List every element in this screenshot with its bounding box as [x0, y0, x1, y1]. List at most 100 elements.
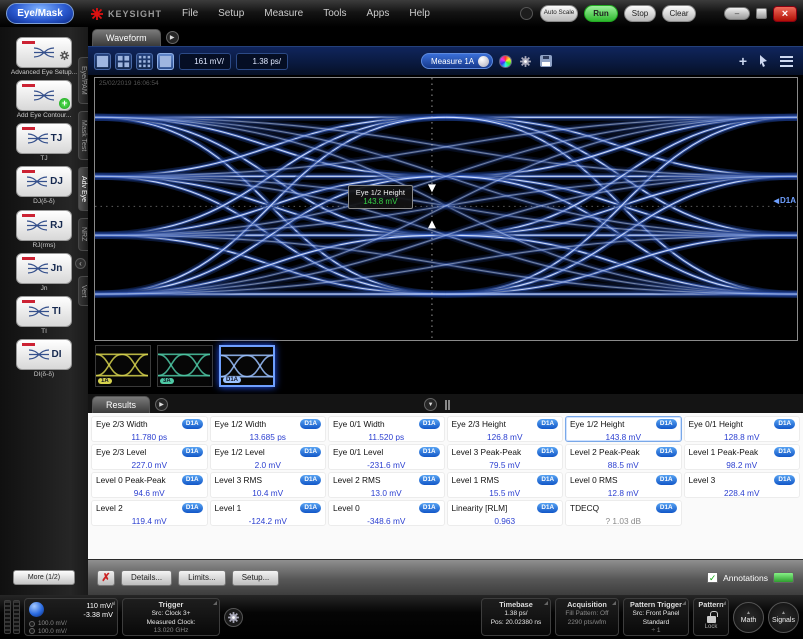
layout-buttons — [94, 53, 174, 70]
result-cell[interactable]: Linearity [RLM]D1A0.963 — [447, 500, 564, 526]
tool-label: Advanced Eye Setup... — [9, 69, 79, 76]
tool-add-eye-contour[interactable]: +Add Eye Contour... — [9, 80, 79, 119]
pointer-icon[interactable] — [759, 55, 768, 67]
result-cell[interactable]: Level 2 Peak-PeakD1A88.5 mV — [565, 444, 682, 470]
run-button[interactable]: Run — [584, 5, 618, 22]
pattern-lock-panel[interactable]: Pattern Lock — [693, 598, 729, 636]
collapse-results-button[interactable] — [424, 398, 437, 411]
result-cell[interactable]: Level 1 RMSD1A15.5 mV — [447, 472, 564, 498]
waveform-thumbnail-d1a[interactable]: D1A — [219, 345, 275, 387]
vertical-scale-readout[interactable]: 161 mV/ — [179, 53, 231, 70]
menu-measure[interactable]: Measure — [264, 8, 303, 19]
results-flyout-button[interactable] — [155, 398, 168, 411]
annotation-color-swatch[interactable] — [773, 572, 794, 583]
measurement-value: 128.8 mV — [689, 432, 796, 442]
result-cell[interactable]: Eye 0/1 LevelD1A-231.6 mV — [328, 444, 445, 470]
tool-rj[interactable]: RJRJ(rms) — [9, 210, 79, 249]
tab-nrz[interactable]: NRZ — [78, 218, 88, 250]
layout-grid-button[interactable] — [157, 53, 174, 70]
tab-results[interactable]: Results — [92, 396, 150, 413]
tool-dj[interactable]: DJDJ(δ-δ) — [9, 166, 79, 205]
result-cell[interactable]: Level 2 RMSD1A13.0 mV — [328, 472, 445, 498]
tool-ti[interactable]: TITI — [9, 296, 79, 335]
collapse-sidebar-button[interactable]: ‹ — [75, 258, 86, 269]
tool-advanced-eye-setup[interactable]: Advanced Eye Setup... — [9, 37, 79, 76]
result-cell[interactable]: Eye 2/3 WidthD1A11.780 ps — [91, 416, 208, 442]
menu-apps[interactable]: Apps — [367, 8, 390, 19]
result-cell[interactable]: Level 3 RMSD1A10.4 mV — [210, 472, 327, 498]
source-selector[interactable]: Measure 1A — [421, 53, 493, 69]
more-tools-button[interactable]: More (1/2) — [13, 570, 75, 585]
menu-file[interactable]: File — [182, 8, 198, 19]
close-button[interactable]: × — [773, 6, 797, 22]
waveform-flyout-button[interactable] — [166, 31, 179, 44]
measurement-annotation[interactable]: Eye 1/2 Height 143.8 mV — [348, 185, 413, 209]
color-wheel-icon[interactable] — [499, 55, 512, 68]
result-cell[interactable]: Eye 2/3 LevelD1A227.0 mV — [91, 444, 208, 470]
stop-button[interactable]: Stop — [624, 5, 656, 22]
timebase-panel[interactable]: Timebase 1.38 ps/ Pos: 20.02380 ns — [481, 598, 551, 636]
tool-jn[interactable]: JnJn — [9, 253, 79, 292]
display-settings-gear-icon[interactable] — [518, 54, 533, 69]
result-cell[interactable]: Eye 0/1 WidthD1A11.520 ps — [328, 416, 445, 442]
waveform-thumbnail-3a[interactable]: 3A — [157, 345, 213, 387]
result-cell[interactable]: Eye 2/3 HeightD1A126.8 mV — [447, 416, 564, 442]
menu-tools[interactable]: Tools — [323, 8, 346, 19]
tab-eye-pam[interactable]: Eye/PAM — [78, 57, 88, 104]
statusbar-grip[interactable] — [4, 600, 20, 634]
result-cell[interactable]: Eye 1/2 WidthD1A13.685 ps — [210, 416, 327, 442]
auto-scale-button[interactable]: Auto Scale — [540, 5, 578, 22]
result-cell[interactable]: Level 2D1A119.4 mV — [91, 500, 208, 526]
results-buttons: Details... Limits... Setup... — [121, 570, 279, 586]
menu-help[interactable]: Help — [409, 8, 430, 19]
results-setup-button[interactable]: Setup... — [232, 570, 280, 586]
acquisition-panel[interactable]: Acquisition Fill Pattern: Off 2290 pts/w… — [555, 598, 619, 636]
touch-icon[interactable] — [520, 7, 533, 20]
minimize-button[interactable]: – — [724, 7, 750, 20]
signals-flyout-button[interactable]: Signals — [768, 602, 799, 633]
tab-vert[interactable]: Vert — [78, 276, 88, 306]
result-cell[interactable]: Eye 1/2 HeightD1A143.8 mV — [565, 416, 682, 442]
annotations-checkbox[interactable]: ✓ — [707, 572, 718, 583]
result-cell[interactable]: Level 3 Peak-PeakD1A79.5 mV — [447, 444, 564, 470]
eye-mask-mode-button[interactable]: Eye/Mask — [6, 3, 74, 24]
restore-button[interactable] — [756, 8, 767, 19]
layout-grid-button[interactable] — [94, 53, 111, 70]
menu-icon[interactable] — [780, 56, 793, 67]
menu-setup[interactable]: Setup — [218, 8, 244, 19]
measurement-value: 2.0 mV — [215, 460, 322, 470]
trigger-settings-gear-icon[interactable] — [224, 608, 243, 627]
result-cell[interactable]: Level 1D1A-124.2 mV — [210, 500, 327, 526]
result-cell[interactable]: Eye 0/1 HeightD1A128.8 mV — [684, 416, 801, 442]
result-cell[interactable]: Eye 1/2 LevelD1A2.0 mV — [210, 444, 327, 470]
tab-mask-test[interactable]: Mask Test — [78, 111, 88, 160]
layout-grid-button[interactable] — [136, 53, 153, 70]
horizontal-scale-readout[interactable]: 1.38 ps/ — [236, 53, 288, 70]
eye-diagram-display[interactable]: 25/02/2019 16:06:54 Eye 1/2 Height 143.8… — [94, 77, 798, 341]
tab-waveform[interactable]: Waveform — [92, 29, 161, 46]
tool-di[interactable]: DIDI(δ-δ) — [9, 339, 79, 378]
tab-adv-eye[interactable]: Adv Eye — [78, 167, 88, 211]
source-badge: D1A — [656, 447, 677, 457]
trigger-panel[interactable]: Trigger Src: Clock 3+ Measured Clock: 13… — [122, 598, 220, 636]
marker-crosshair-icon[interactable]: + — [739, 54, 747, 68]
result-cell[interactable]: TDECQD1A? 1.03 dB — [565, 500, 682, 526]
result-cell[interactable]: Level 0 RMSD1A12.8 mV — [565, 472, 682, 498]
channel-panel[interactable]: 110 mV/ -3.38 mV 100.0 mV/100.0 mV/ — [24, 598, 118, 636]
results-details-button[interactable]: Details... — [121, 570, 172, 586]
save-icon[interactable] — [540, 55, 552, 67]
result-cell[interactable]: Level 0D1A-348.6 mV — [328, 500, 445, 526]
waveform-thumbnail-1a[interactable]: 1A — [95, 345, 151, 387]
result-cell[interactable]: Level 1 Peak-PeakD1A98.2 mV — [684, 444, 801, 470]
delete-measurement-button[interactable]: ✗ — [97, 570, 115, 586]
pattern-trigger-panel[interactable]: Pattern Trigger Src: Front Panel Standar… — [623, 598, 689, 636]
clear-button[interactable]: Clear — [662, 5, 696, 22]
tool-tj[interactable]: TJTJ — [9, 123, 79, 162]
result-cell[interactable]: Level 3D1A228.4 mV — [684, 472, 801, 498]
results-limits-button[interactable]: Limits... — [178, 570, 226, 586]
layout-grid-button[interactable] — [115, 53, 132, 70]
results-splitter-handle[interactable] — [445, 400, 450, 410]
result-cell[interactable]: Level 0 Peak-PeakD1A94.6 mV — [91, 472, 208, 498]
math-flyout-button[interactable]: Math — [733, 602, 764, 633]
measurement-name: Level 2 Peak-Peak — [570, 447, 640, 457]
